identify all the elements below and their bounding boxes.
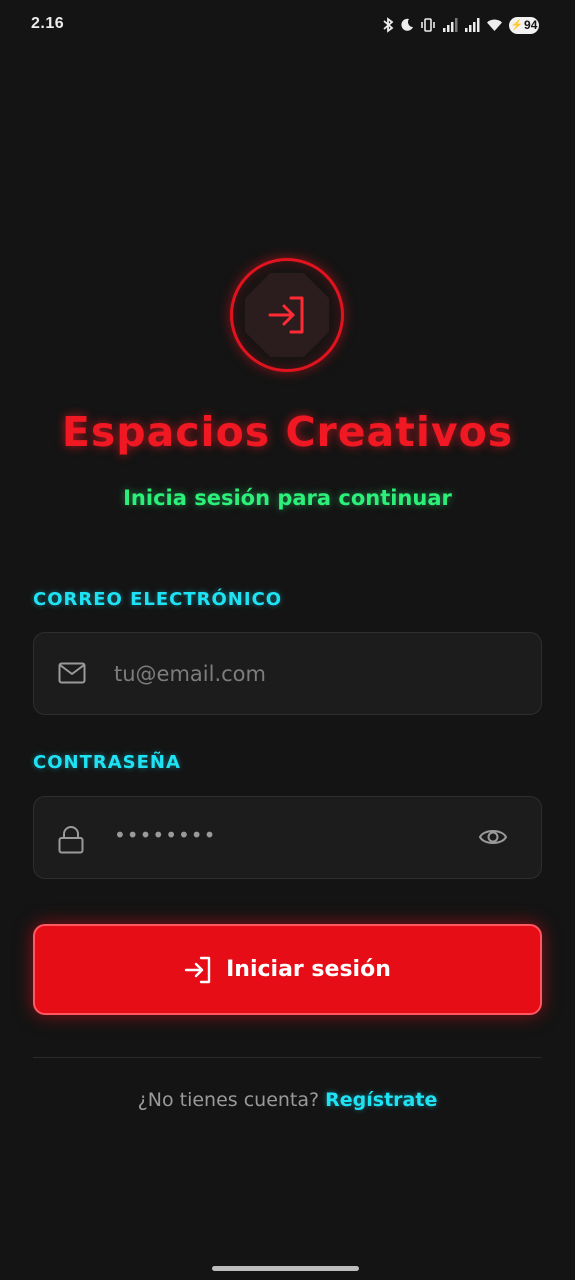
app-subtitle: Inicia sesión para continuar: [123, 486, 452, 510]
signup-prompt: ¿No tienes cuenta?: [137, 1089, 320, 1111]
status-bar: 2.16 ⚡ 94: [0, 0, 575, 50]
lock-icon: [58, 826, 84, 854]
vibrate-icon: [421, 18, 435, 32]
home-indicator[interactable]: [212, 1266, 359, 1271]
signup-row: ¿No tienes cuenta? Regístrate: [0, 1089, 575, 1111]
battery-icon: ⚡ 94: [509, 16, 539, 34]
app-logo: [230, 258, 344, 372]
email-input[interactable]: [114, 633, 454, 714]
signal-icon: [465, 18, 480, 32]
bluetooth-icon: [383, 17, 394, 33]
status-icons: ⚡ 94: [382, 15, 539, 35]
login-button-label: Iniciar sesión: [226, 957, 391, 982]
login-screen: 2.16 ⚡ 94 Espacios Creativos Inicia sesi…: [0, 0, 575, 1280]
status-time: 2.16: [31, 15, 65, 32]
login-icon: [268, 296, 304, 334]
signal-icon: [443, 18, 458, 32]
login-icon: [184, 956, 211, 983]
divider: [33, 1057, 542, 1058]
eye-icon[interactable]: [478, 826, 508, 848]
password-input[interactable]: ••••••••: [114, 823, 216, 847]
wifi-icon: [487, 19, 502, 31]
login-button[interactable]: Iniciar sesión: [33, 924, 542, 1015]
moon-icon: [401, 18, 413, 31]
password-field[interactable]: ••••••••: [33, 796, 542, 879]
email-label: CORREO ELECTRÓNICO: [33, 589, 283, 610]
mail-icon: [58, 662, 86, 684]
app-title: Espacios Creativos: [61, 408, 514, 456]
password-label: CONTRASEÑA: [33, 752, 181, 773]
signup-link[interactable]: Regístrate: [325, 1089, 437, 1111]
email-field[interactable]: [33, 632, 542, 715]
battery-level: 94: [524, 18, 538, 32]
